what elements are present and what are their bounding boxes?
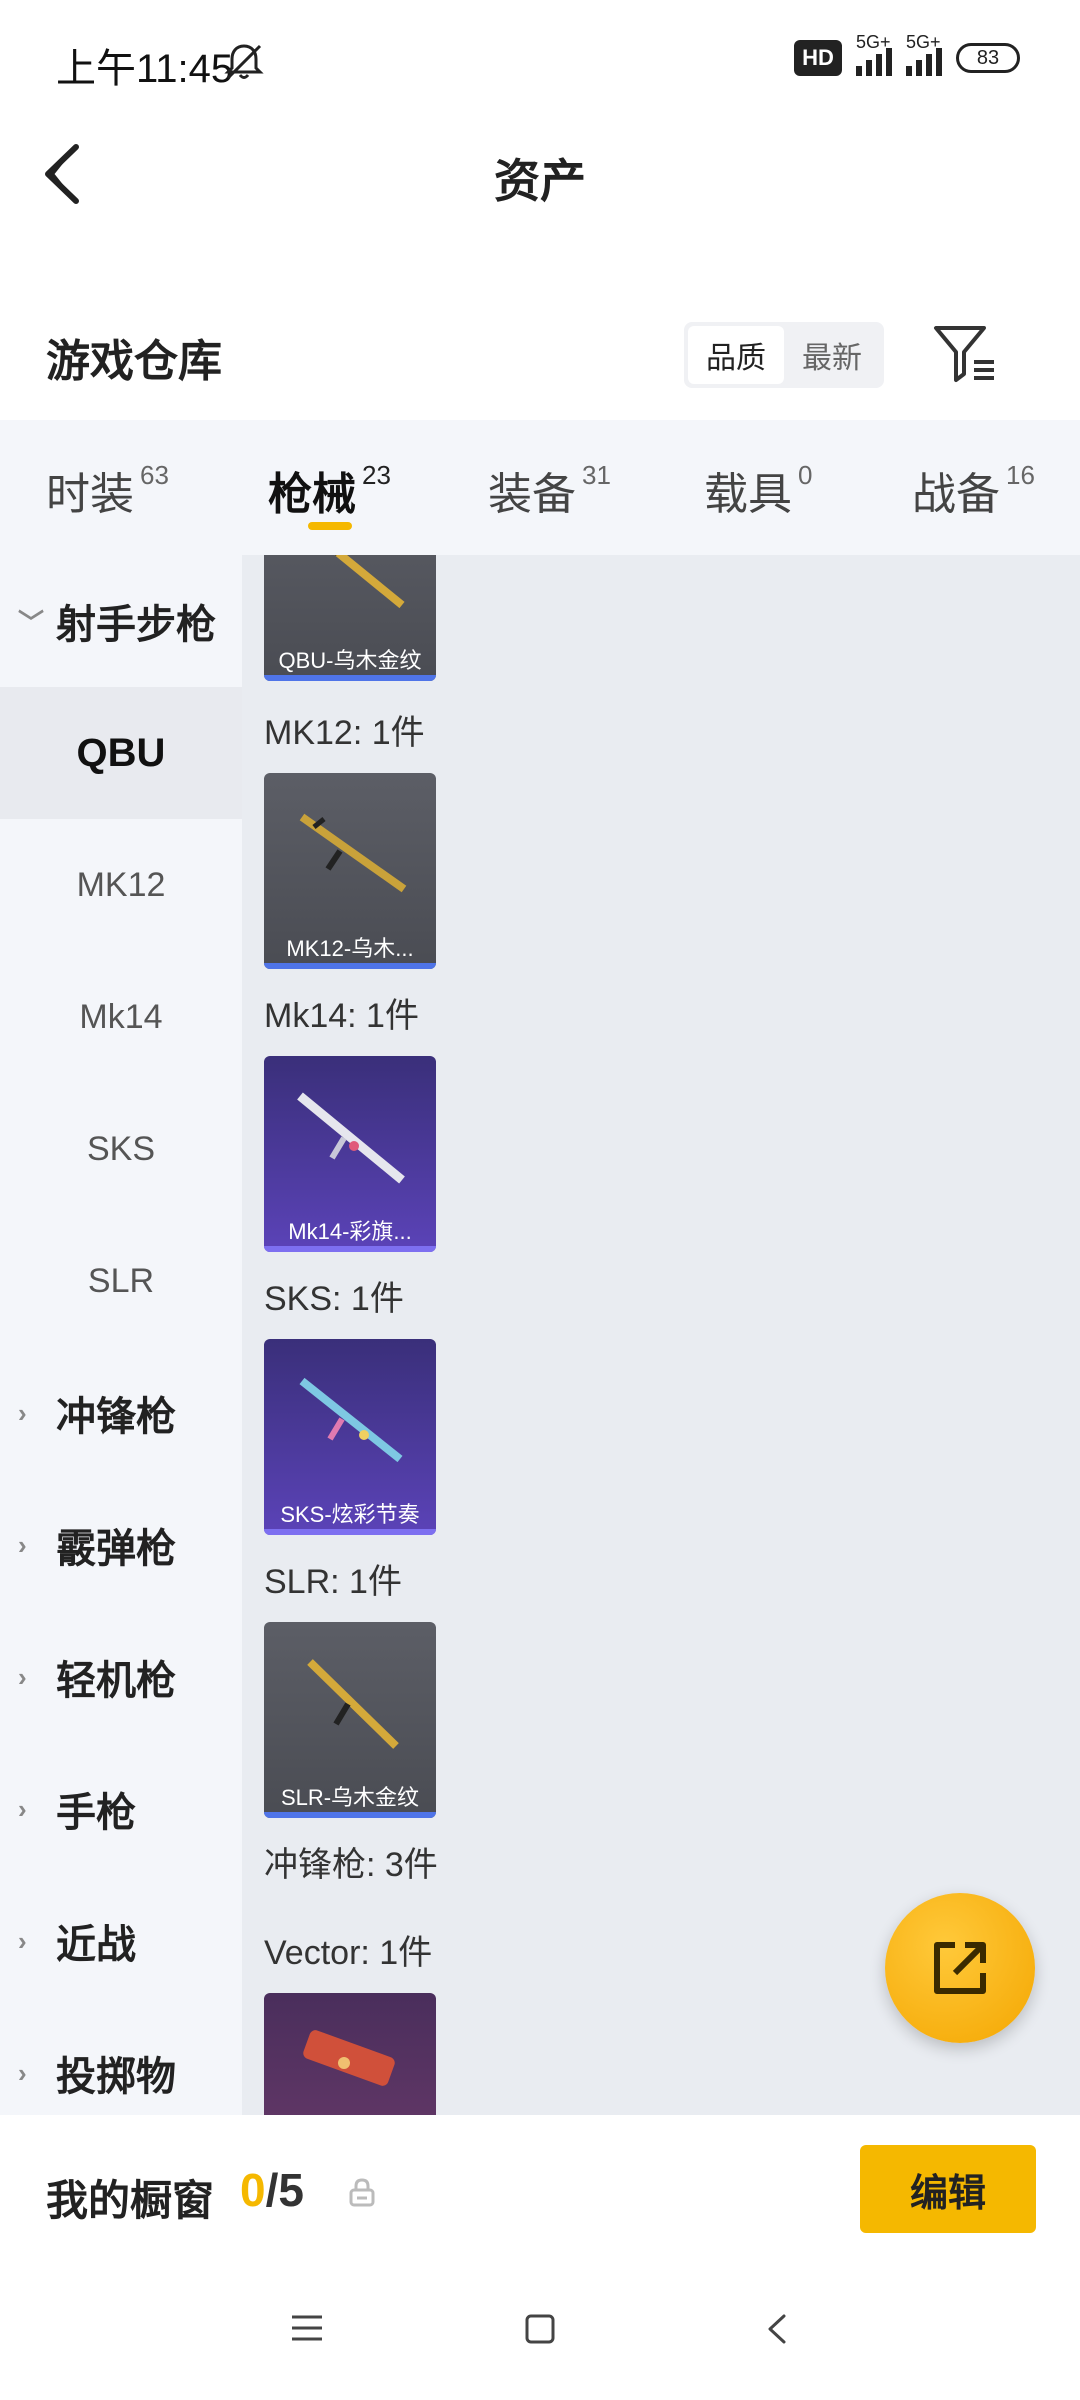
page-title: 资产 [494, 155, 586, 207]
sidebar-item-smg[interactable]: › 冲锋枪 [0, 1347, 242, 1479]
sort-toggle: 品质 最新 [684, 322, 884, 388]
mute-icon [224, 44, 264, 80]
showcase-label: 我的橱窗 [46, 2177, 215, 2224]
smg-icon [303, 2030, 395, 2086]
chevron-right-icon: › [18, 1793, 27, 1824]
tab-fashion[interactable]: 时装 63 [46, 458, 169, 522]
sidebar-item-slr[interactable]: SLR [0, 1215, 242, 1347]
sidebar-item-throwable[interactable]: › 投掷物 [0, 2007, 242, 2115]
status-time: 上午11:45 [56, 47, 234, 91]
section-label-slr: SLR: 1件 [264, 1563, 402, 1601]
sidebar-item-mk12[interactable]: MK12 [0, 819, 242, 951]
category-tabs: 时装 63 枪械 23 装备 31 载具 0 战备 16 [0, 420, 1080, 555]
showcase-count: 0/5 [240, 2164, 304, 2216]
sort-newest-button[interactable]: 最新 [784, 326, 880, 384]
filter-icon[interactable] [930, 318, 1000, 388]
chevron-right-icon: › [18, 1661, 27, 1692]
home-icon[interactable] [524, 2313, 556, 2345]
share-icon [934, 1942, 986, 1994]
chevron-right-icon: › [18, 2057, 27, 2088]
item-card-slr[interactable]: SLR-乌木金纹 [264, 1622, 436, 1818]
nav-back-icon[interactable] [764, 2313, 788, 2345]
rifle-icon [299, 1377, 403, 1463]
chevron-right-icon: › [18, 1529, 27, 1560]
rifle-icon [334, 555, 405, 609]
signal-icon: 5G+ [856, 32, 892, 76]
hd-badge: HD [794, 40, 842, 76]
battery-icon: 83 [956, 43, 1020, 73]
tab-vehicles[interactable]: 载具 0 [704, 458, 812, 522]
header: 资产 [0, 125, 1080, 225]
sidebar-item-lmg[interactable]: › 轻机枪 [0, 1611, 242, 1743]
tab-supplies[interactable]: 战备 16 [912, 458, 1035, 522]
signal-icon: 5G+ [906, 32, 942, 76]
sort-quality-button[interactable]: 品质 [688, 326, 784, 384]
sidebar-item-marksman-rifle[interactable]: ﹀ 射手步枪 [0, 555, 242, 687]
section-label-mk14: Mk14: 1件 [264, 997, 419, 1035]
section-label-sks: SKS: 1件 [264, 1280, 404, 1318]
section-label-vector: Vector: 1件 [264, 1934, 433, 1972]
share-button[interactable] [885, 1893, 1035, 2043]
item-card-sks[interactable]: SKS-炫彩节奏 [264, 1339, 436, 1535]
item-card-vector[interactable] [264, 1993, 436, 2115]
chevron-down-icon: ﹀ [18, 607, 45, 638]
active-tab-indicator [308, 522, 352, 530]
lock-icon [349, 2178, 375, 2207]
sidebar: ﹀ 射手步枪 QBU MK12 Mk14 SKS SLR › 冲锋枪 › 霰弹枪… [0, 555, 242, 2115]
rifle-icon [297, 1092, 405, 1184]
rifle-icon [299, 813, 407, 893]
status-bar: 上午11:45 HD 5G+ 5G+ 83 [0, 0, 1080, 125]
menu-icon[interactable] [290, 2313, 324, 2343]
tab-guns[interactable]: 枪械 23 [268, 458, 391, 522]
sidebar-item-qbu[interactable]: QBU [0, 687, 242, 819]
item-card-qbu[interactable]: QBU-乌木金纹 [264, 555, 436, 681]
status-indicators: HD 5G+ 5G+ 83 [794, 32, 1020, 76]
sidebar-item-melee[interactable]: › 近战 [0, 1875, 242, 2007]
tab-equipment[interactable]: 装备 31 [488, 458, 611, 522]
chevron-right-icon: › [18, 1925, 27, 1956]
sidebar-item-mk14[interactable]: Mk14 [0, 951, 242, 1083]
item-card-mk12[interactable]: MK12-乌木... [264, 773, 436, 969]
sidebar-item-pistol[interactable]: › 手枪 [0, 1743, 242, 1875]
section-label-smg-total: 冲锋枪: 3件 [264, 1846, 438, 1884]
chevron-right-icon: › [18, 1397, 27, 1428]
section-title: 游戏仓库 [46, 337, 222, 386]
sidebar-item-shotgun[interactable]: › 霰弹枪 [0, 1479, 242, 1611]
showcase-bar: 我的橱窗 0/5 编辑 [0, 2115, 1080, 2275]
rifle-icon [307, 1659, 399, 1749]
section-label-mk12: MK12: 1件 [264, 714, 425, 752]
item-list: QBU-乌木金纹 MK12: 1件 MK12-乌木... Mk14: 1件 Mk… [242, 555, 1080, 2115]
item-card-mk14[interactable]: Mk14-彩旗... [264, 1056, 436, 1252]
edit-button[interactable]: 编辑 [860, 2145, 1036, 2233]
sidebar-item-sks[interactable]: SKS [0, 1083, 242, 1215]
system-nav-bar [0, 2275, 1080, 2400]
